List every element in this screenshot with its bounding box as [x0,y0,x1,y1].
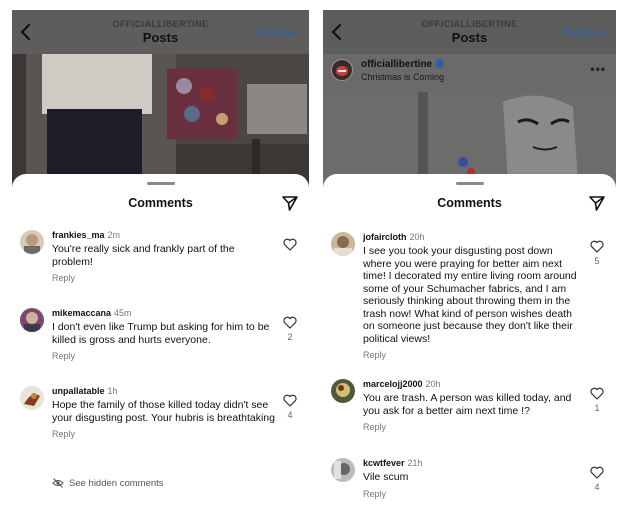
sheet-grabber[interactable] [455,182,484,185]
like-count: 4 [287,410,293,420]
like-count: 4 [594,482,600,492]
see-hidden-comments-button[interactable]: See hidden comments [52,478,164,489]
reply-button[interactable]: Reply [363,350,582,360]
post-image [12,54,309,194]
heart-icon[interactable] [283,316,297,329]
post-username-row[interactable]: officiallibertine [361,59,445,70]
send-icon[interactable] [281,194,299,212]
like-count: 1 [594,403,600,413]
verified-badge-icon [435,59,445,68]
comment-time: 21h [407,458,423,468]
comment-text: I don't even like Trump but asking for h… [52,321,270,346]
comment-username[interactable]: kcwtfever [363,458,405,468]
comment-text: Vile scum [363,471,409,483]
avatar[interactable] [331,458,355,482]
comment-text: You are trash. A person was killed today… [363,392,572,417]
post-header-bar: OFFICIALLIBERTINE Posts Follow [12,10,309,54]
heart-icon[interactable] [590,466,604,479]
post-header-bar: OFFICIALLIBERTINE Posts Follow [323,10,616,54]
right-screenshot: OFFICIALLIBERTINE Posts Follow officiall… [323,10,616,514]
avatar[interactable] [20,386,44,410]
heart-icon[interactable] [590,240,604,253]
heart-icon[interactable] [283,394,297,407]
comment-username[interactable]: mikemaccana [52,308,111,318]
heart-icon[interactable] [590,387,604,400]
comment-text: Hope the family of those killed today di… [52,399,275,424]
reply-button[interactable]: Reply [363,489,582,499]
comment-time: 20h [425,379,441,389]
see-hidden-comments-label: See hidden comments [69,478,164,489]
avatar[interactable] [331,59,353,81]
like-count: 5 [594,256,600,266]
avatar[interactable] [331,379,355,403]
comments-title: Comments [437,196,502,210]
avatar[interactable] [20,308,44,332]
comment-username[interactable]: marcelojj2000 [363,379,423,389]
comment-time: 2m [107,230,121,240]
comment-text: You're really sick and frankly part of t… [52,243,235,268]
reply-button[interactable]: Reply [52,273,275,283]
reply-button[interactable]: Reply [363,422,582,432]
comment-username[interactable]: unpallatable [52,386,105,396]
comment-username[interactable]: frankies_ma [52,230,105,240]
like-count: 2 [287,332,293,342]
reply-button[interactable]: Reply [52,351,275,361]
comment-time: 1h [107,386,118,396]
reply-button[interactable]: Reply [52,429,275,439]
avatar[interactable] [331,232,355,256]
follow-button[interactable]: Follow [256,25,297,40]
sheet-grabber[interactable] [146,182,175,185]
comment-time: 20h [409,232,425,242]
comment-username[interactable]: jofaircloth [363,232,407,242]
post-username: officiallibertine [361,59,433,70]
eye-off-icon [52,478,64,488]
comments-title: Comments [128,196,193,210]
send-icon[interactable] [588,194,606,212]
comments-sheet: Comments jofaircloth 20h I see you took y… [323,174,616,514]
comment-time: 45m [114,308,132,318]
post-author-row: officiallibertine Christmas is Coming ••… [323,54,616,92]
comment-text: I see you took your disgusting post down… [363,245,577,345]
comments-sheet: Comments frankies_ma 2m You're really sic… [12,174,309,514]
heart-icon[interactable] [283,238,297,251]
post-subtitle: Christmas is Coming [361,72,445,82]
follow-button[interactable]: Follow [563,25,604,40]
avatar[interactable] [20,230,44,254]
more-options-button[interactable]: ••• [590,62,606,76]
left-screenshot: OFFICIALLIBERTINE Posts Follow Comments [12,10,309,514]
